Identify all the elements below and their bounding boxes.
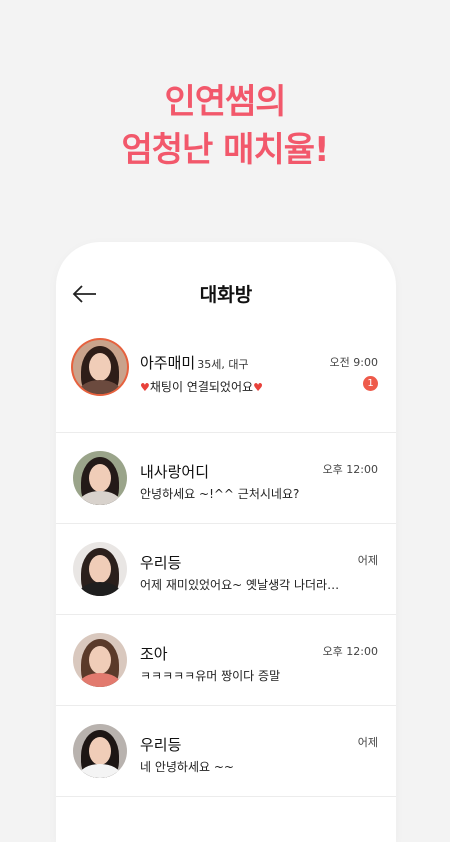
chat-name: 아주매미 35세, 대구 [140,352,249,373]
chat-time: 오후 12:00 [322,463,378,476]
page-title: 대화방 [199,284,253,306]
chat-message: ㅋㅋㅋㅋㅋ유머 짱이다 증말 [140,669,281,683]
chat-name: 우리등 [140,736,182,754]
headline-line-2: 엄청난 매치율! [121,130,329,170]
chat-message: 안녕하세요 ~!^^ 근처시네요? [140,487,300,501]
headline-line-1: 인연썸의 [164,82,286,122]
chat-name: 우리등 [140,554,182,572]
avatar [73,724,127,778]
avatar [73,340,127,394]
chat-meta: 35세, 대구 [197,358,249,371]
avatar [73,451,127,505]
top-bar: 대화방 [56,242,396,342]
avatar [73,633,127,687]
chat-row[interactable]: 조아 ㅋㅋㅋㅋㅋ유머 짱이다 증말 오후 12:00 [56,615,396,706]
promo-headline: 인연썸의 엄청난 매치율! [0,78,450,174]
chat-message: ♥채팅이 연결되었어요♥ [140,378,350,395]
chat-name: 조아 [140,645,168,663]
chat-list: 아주매미 35세, 대구 ♥채팅이 연결되었어요♥ 오전 9:00 1 내사랑어디… [56,340,396,797]
chat-name-text: 아주매미 [140,354,196,372]
phone-screen: 대화방 아주매미 35세, 대구 ♥채팅이 연결되었어요♥ 오전 9:00 1 내… [56,242,396,842]
chat-name: 내사랑어디 [140,463,210,481]
chat-message: 어제 재미있었어요~ 옛날생각 나더라구… [140,578,350,592]
unread-badge: 1 [363,376,378,391]
chat-row[interactable]: 아주매미 35세, 대구 ♥채팅이 연결되었어요♥ 오전 9:00 1 [56,340,396,433]
chat-message-text: 채팅이 연결되었어요 [149,380,254,394]
chat-time: 어제 [357,554,378,567]
chat-time: 오전 9:00 [329,356,378,369]
chat-row[interactable]: 우리등 어제 재미있었어요~ 옛날생각 나더라구… 어제 [56,524,396,615]
chat-time: 어제 [357,736,378,749]
chat-time: 오후 12:00 [322,645,378,658]
chat-row[interactable]: 내사랑어디 안녕하세요 ~!^^ 근처시네요? 오후 12:00 [56,433,396,524]
heart-icon: ♥ [253,381,263,394]
avatar [73,542,127,596]
heart-icon: ♥ [140,381,150,394]
chat-message: 네 안녕하세요 ~~ [140,760,234,774]
chat-row[interactable]: 우리등 네 안녕하세요 ~~ 어제 [56,706,396,797]
